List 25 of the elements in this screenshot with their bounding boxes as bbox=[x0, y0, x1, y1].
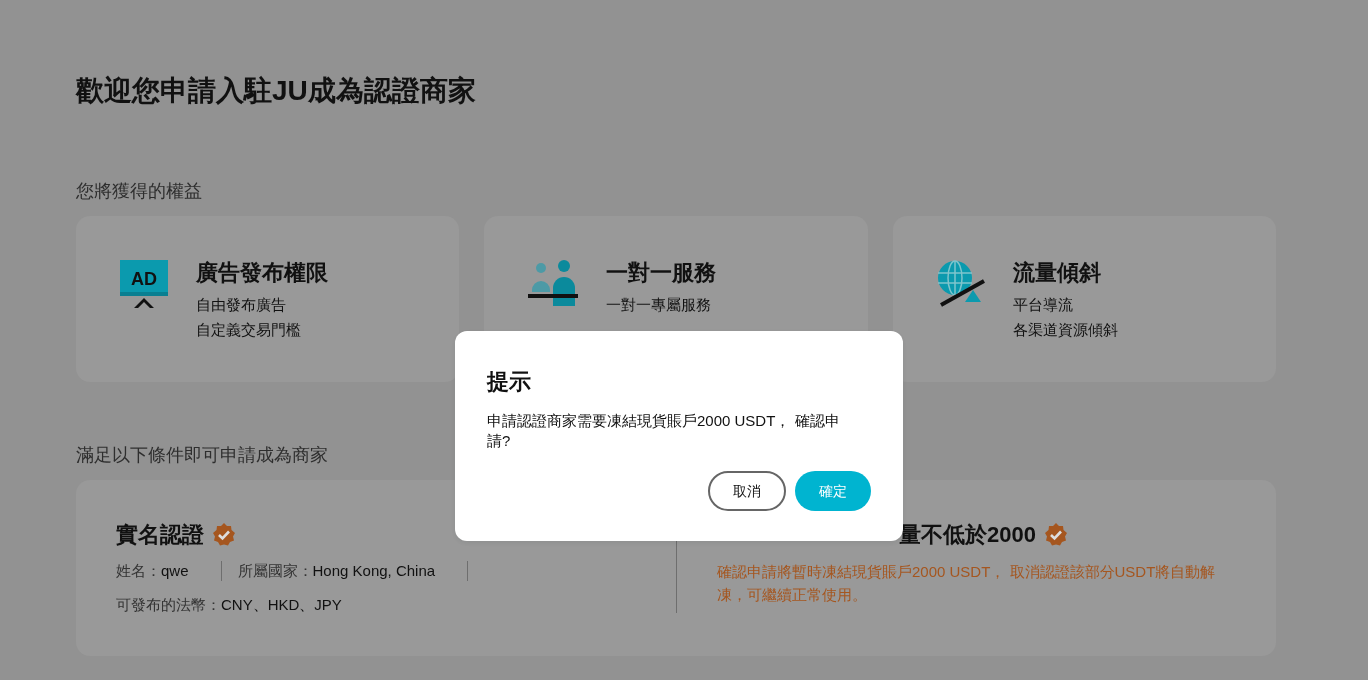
notice-text: 確認申請將暫時凍結現貨賬戶2000 USDT， 取消認證該部分USDT將自動解凍，可繼續正常使用。 bbox=[717, 562, 1217, 605]
benefit-text: 各渠道資源傾斜 bbox=[1012, 320, 1118, 340]
dialog-title: 提示 bbox=[487, 368, 532, 396]
requirement-title: 實名認證 bbox=[116, 521, 204, 549]
field-value: Hong Kong, China bbox=[312, 561, 436, 581]
field-label: 姓名： bbox=[116, 561, 161, 581]
benefit-text: 自由發布廣告 bbox=[196, 295, 287, 315]
benefit-title: 流量傾斜 bbox=[1012, 259, 1102, 287]
benefit-text: 一對一專屬服務 bbox=[606, 295, 713, 315]
cancel-button[interactable]: 取消 bbox=[708, 471, 786, 511]
benefit-title: 一對一服務 bbox=[606, 259, 717, 287]
field-label: 可發布的法幣： bbox=[116, 595, 221, 615]
benefit-text: 自定義交易門檻 bbox=[196, 320, 302, 340]
field-value: CNY、HKD、JPY bbox=[221, 595, 342, 615]
benefit-text: 平台導流 bbox=[1012, 295, 1074, 315]
dialog-message: 申請認證商家需要凍結現貨賬戶2000 USDT， 確認申請? bbox=[487, 411, 841, 451]
section-heading: 您將獲得的權益 bbox=[76, 180, 203, 203]
requirement-title: 量不低於2000 bbox=[899, 521, 1036, 549]
section-heading: 滿足以下條件即可申請成為商家 bbox=[76, 444, 329, 467]
field-value: qwe bbox=[161, 561, 189, 581]
benefit-title: 廣告發布權限 bbox=[196, 259, 328, 287]
people-icon bbox=[528, 260, 579, 306]
page-title: 歡迎您申請入駐JU成為認證商家 bbox=[76, 74, 477, 108]
field-label: 所屬國家： bbox=[237, 561, 313, 581]
globe-icon bbox=[936, 260, 985, 308]
